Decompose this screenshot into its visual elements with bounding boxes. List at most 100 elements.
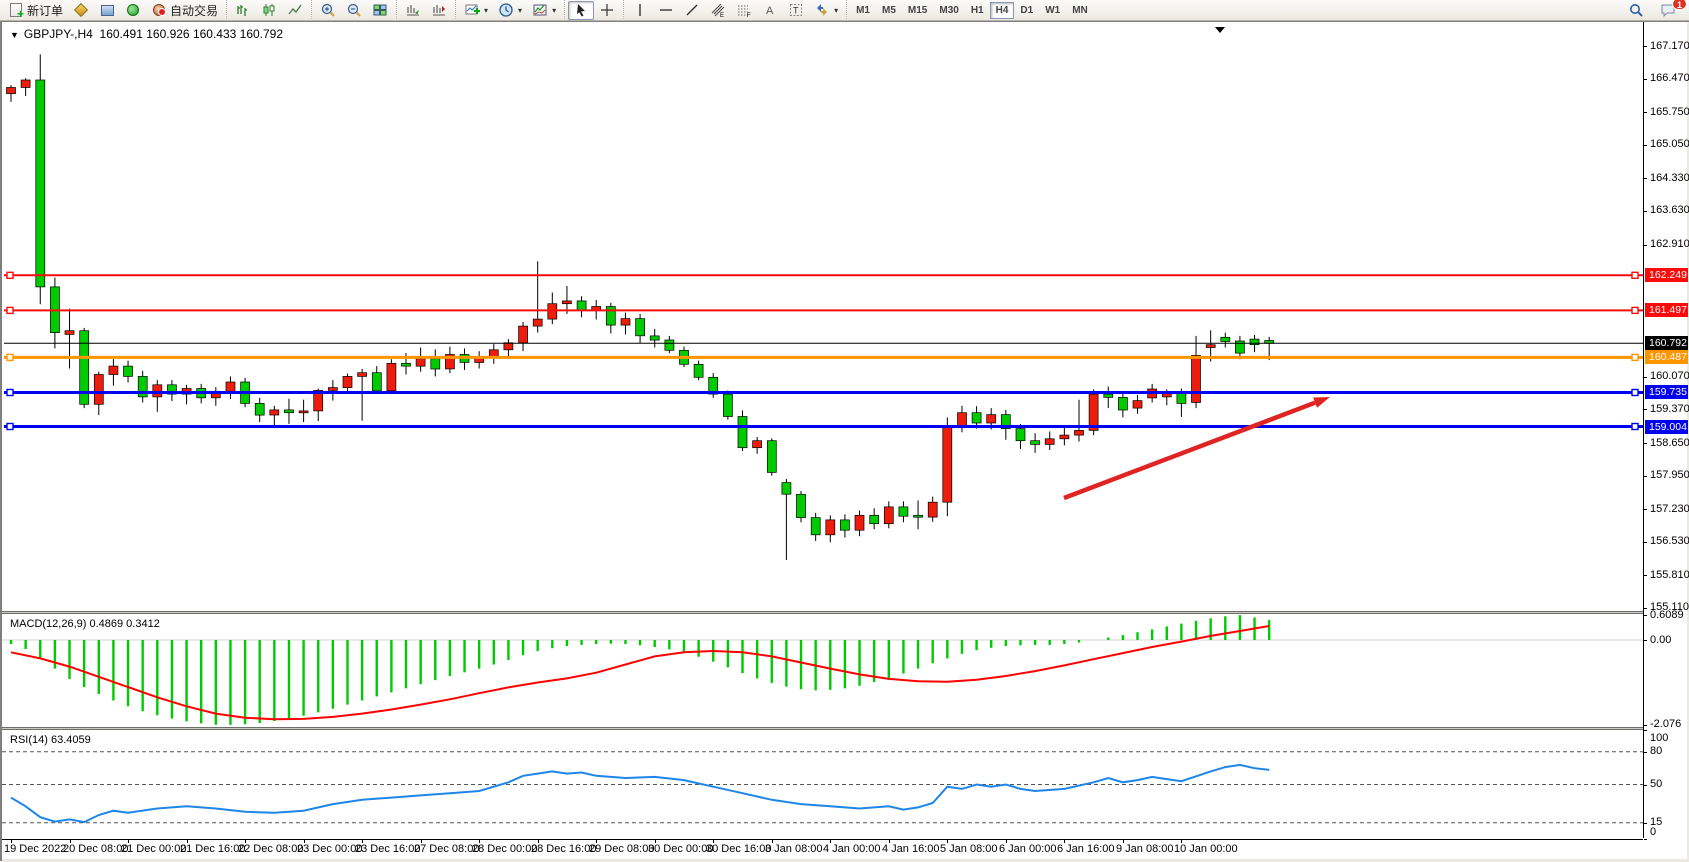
macd-panel-canvas[interactable] bbox=[2, 614, 1643, 727]
crosshair-tool-button[interactable] bbox=[594, 1, 620, 20]
autotrading-icon bbox=[151, 2, 167, 18]
time-tick-label: 27 Dec 08:00 bbox=[414, 843, 479, 855]
price-tick-label: 162.910 bbox=[1650, 238, 1689, 251]
trendline-tool-button[interactable] bbox=[679, 1, 705, 20]
arrows-tool-button[interactable]: ▾ bbox=[809, 1, 843, 20]
macd-panel-separator[interactable] bbox=[2, 611, 1643, 614]
chart-title: ▼GBPJPY-,H4 160.491 160.926 160.433 160.… bbox=[10, 27, 283, 41]
macd-axis-label: -2.076 bbox=[1650, 718, 1681, 731]
fibonacci-tool-button[interactable]: F bbox=[731, 1, 757, 20]
price-tick-label: 167.170 bbox=[1650, 40, 1689, 53]
search-icon bbox=[1628, 2, 1644, 18]
chat-button[interactable]: 1 bbox=[1655, 1, 1681, 20]
timeframe-button-h4[interactable]: H4 bbox=[990, 2, 1015, 19]
search-button[interactable] bbox=[1623, 1, 1649, 20]
rsi-line bbox=[11, 765, 1269, 822]
timeframe-button-d1[interactable]: D1 bbox=[1014, 2, 1039, 19]
macd-axis-label: 0.00 bbox=[1650, 634, 1671, 647]
price-axis[interactable]: 167.170166.470165.750165.050164.330163.6… bbox=[1643, 22, 1687, 838]
rsi-panel-canvas[interactable] bbox=[2, 730, 1643, 839]
price-line-tag: 159.735 bbox=[1645, 385, 1688, 399]
svg-text:A: A bbox=[766, 5, 774, 17]
price-tick-label: 156.530 bbox=[1650, 535, 1689, 548]
signals-button[interactable] bbox=[120, 1, 146, 20]
time-tick-label: 4 Jan 00:00 bbox=[823, 843, 881, 855]
equidistant-channel-icon: E bbox=[710, 2, 726, 18]
timeframe-button-mn[interactable]: MN bbox=[1066, 2, 1094, 19]
time-tick-label: 28 Dec 16:00 bbox=[531, 843, 596, 855]
new-order-button[interactable]: 新订单 bbox=[3, 1, 68, 20]
chart-window: ▼GBPJPY-,H4 160.491 160.926 160.433 160.… bbox=[0, 21, 1689, 861]
time-axis[interactable]: 19 Dec 202220 Dec 08:0021 Dec 00:0021 De… bbox=[2, 839, 1643, 859]
text-label-tool-button[interactable]: T bbox=[783, 1, 809, 20]
price-tick-label: 157.950 bbox=[1650, 469, 1689, 482]
terminal-button[interactable] bbox=[94, 1, 120, 20]
price-tick-label: 165.750 bbox=[1650, 106, 1689, 119]
line-chart-icon bbox=[287, 2, 303, 18]
chart-shift-icon bbox=[431, 2, 447, 18]
autoscroll-button[interactable] bbox=[400, 1, 426, 20]
macd-axis-label: 0.6089 bbox=[1650, 609, 1684, 622]
price-tick-label: 157.230 bbox=[1650, 503, 1689, 516]
hline-tool-button[interactable] bbox=[653, 1, 679, 20]
chart-shift-button[interactable] bbox=[426, 1, 452, 20]
templates-dropdown-arrow: ▾ bbox=[552, 6, 556, 15]
periods-dropdown-arrow: ▾ bbox=[518, 6, 522, 15]
vline-tool-button[interactable] bbox=[627, 1, 653, 20]
rsi-axis-label: 0 bbox=[1650, 826, 1656, 839]
channel-tool-button[interactable]: E bbox=[705, 1, 731, 20]
time-tick-label: 30 Dec 00:00 bbox=[648, 843, 713, 855]
price-line-tag: 159.004 bbox=[1645, 420, 1688, 434]
timeframe-button-m5[interactable]: M5 bbox=[876, 2, 902, 19]
time-tick-label: 28 Dec 00:00 bbox=[472, 843, 537, 855]
time-tick-label: 23 Dec 16:00 bbox=[355, 843, 420, 855]
tile-windows-button[interactable] bbox=[367, 1, 393, 20]
timeframe-button-m1[interactable]: M1 bbox=[850, 2, 876, 19]
terminal-icon bbox=[99, 2, 115, 18]
timeframe-button-w1[interactable]: W1 bbox=[1039, 2, 1066, 19]
time-tick-label: 20 Dec 08:00 bbox=[63, 843, 128, 855]
candlestick-type-button[interactable] bbox=[256, 1, 282, 20]
main-toolbar: 新订单 自动交易 bbox=[0, 0, 1689, 21]
crosshair-icon bbox=[599, 2, 615, 18]
trendline-icon bbox=[684, 2, 700, 18]
bar-chart-type-button[interactable] bbox=[230, 1, 256, 20]
timeframe-button-m15[interactable]: M15 bbox=[902, 2, 933, 19]
time-tick-label: 4 Jan 16:00 bbox=[882, 843, 940, 855]
chart-symbol-period: GBPJPY-,H4 bbox=[24, 27, 93, 41]
candlestick-icon bbox=[261, 2, 277, 18]
time-tick-label: 3 Jan 08:00 bbox=[765, 843, 823, 855]
time-tick-label: 22 Dec 08:00 bbox=[238, 843, 303, 855]
price-chart-canvas[interactable] bbox=[2, 22, 1643, 611]
autoscroll-icon bbox=[405, 2, 421, 18]
autotrading-button[interactable]: 自动交易 bbox=[146, 1, 223, 20]
horizontal-line-icon bbox=[658, 2, 674, 18]
chat-badge: 1 bbox=[1672, 0, 1687, 10]
indicators-button[interactable]: ▾ bbox=[459, 1, 493, 20]
zoom-in-button[interactable] bbox=[315, 1, 341, 20]
time-tick-label: 19 Dec 2022 bbox=[4, 843, 66, 855]
timeframe-button-h1[interactable]: H1 bbox=[965, 2, 990, 19]
time-tick-label: 10 Jan 00:00 bbox=[1174, 843, 1238, 855]
cursor-tool-button[interactable] bbox=[568, 1, 594, 20]
rsi-axis-label: 50 bbox=[1650, 778, 1662, 791]
price-tick-label: 155.810 bbox=[1650, 569, 1689, 582]
autotrading-label: 自动交易 bbox=[170, 2, 218, 19]
text-icon: A bbox=[762, 2, 778, 18]
trend-arrow[interactable] bbox=[1064, 397, 1330, 498]
signals-icon bbox=[125, 2, 141, 18]
text-tool-button[interactable]: A bbox=[757, 1, 783, 20]
metaeditor-button[interactable] bbox=[68, 1, 94, 20]
rsi-axis-label: 80 bbox=[1650, 745, 1662, 758]
arrows-dropdown-arrow: ▾ bbox=[834, 6, 838, 15]
price-tick-label: 160.070 bbox=[1650, 370, 1689, 383]
zoom-out-button[interactable] bbox=[341, 1, 367, 20]
line-chart-type-button[interactable] bbox=[282, 1, 308, 20]
templates-button[interactable]: ▾ bbox=[527, 1, 561, 20]
timeframe-button-m30[interactable]: M30 bbox=[933, 2, 964, 19]
periods-button[interactable]: ▾ bbox=[493, 1, 527, 20]
time-tick-label: 21 Dec 00:00 bbox=[121, 843, 186, 855]
rsi-panel-separator[interactable] bbox=[2, 727, 1643, 730]
vertical-line-icon bbox=[632, 2, 648, 18]
chart-collapse-icon[interactable]: ▼ bbox=[10, 30, 19, 40]
